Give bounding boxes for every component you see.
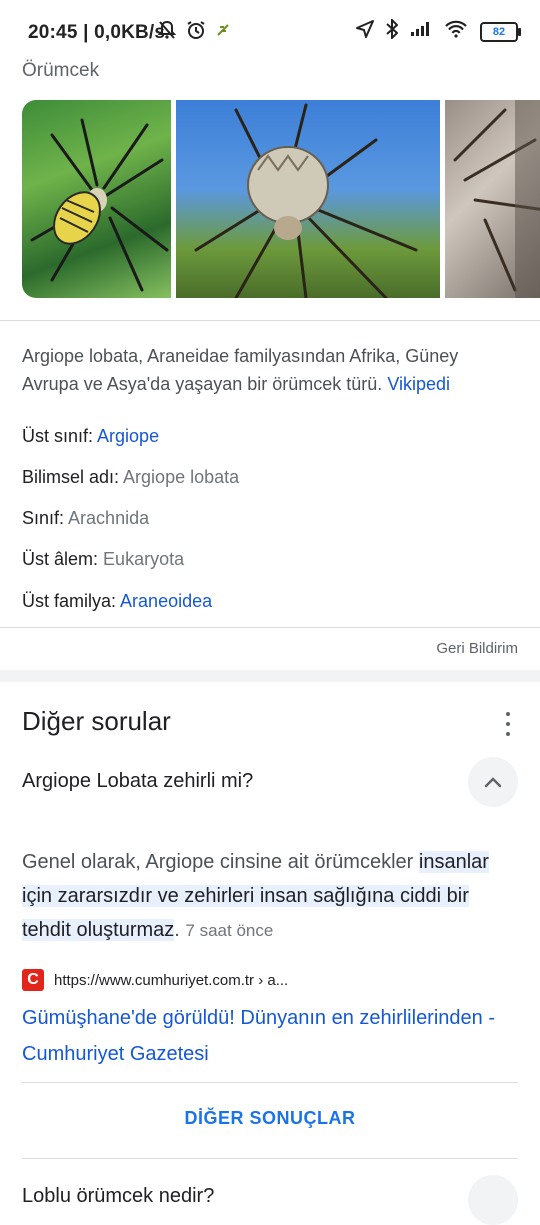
- fact-ust-sinif: Üst sınıf: Argiope: [22, 426, 159, 447]
- feedback-link[interactable]: Geri Bildirim: [436, 640, 518, 657]
- other-questions-title: Diğer sorular: [22, 706, 171, 736]
- chevron-up-icon: [484, 777, 502, 788]
- spider-image-1[interactable]: [22, 100, 171, 298]
- collapse-button[interactable]: [468, 757, 518, 807]
- vikipedi-link[interactable]: Vikipedi: [387, 374, 450, 394]
- battery-icon: 82: [480, 21, 521, 42]
- status-icons-left: [157, 20, 230, 45]
- fact-label: Üst âlem:: [22, 549, 99, 569]
- fact-value: Argiope lobata: [123, 467, 240, 487]
- status-icons-right: 82: [356, 17, 521, 44]
- section-separator: [0, 670, 540, 682]
- question-1[interactable]: Argiope Lobata zehirli mi?: [22, 770, 253, 793]
- divider: [22, 1082, 518, 1083]
- fact-ust-alem: Üst âlem: Eukaryota: [22, 549, 184, 570]
- cumhuriyet-favicon-icon: C: [22, 969, 44, 991]
- fact-value: Arachnida: [68, 508, 150, 528]
- bluetooth-icon: [386, 17, 399, 44]
- more-results-button[interactable]: DİĞER SONUÇLAR: [0, 1108, 540, 1129]
- fact-sinif: Sınıf: Arachnida: [22, 508, 149, 529]
- answer-suffix: .: [174, 919, 180, 941]
- alarm-icon: [186, 20, 206, 45]
- answer-time: 7 saat önce: [185, 921, 274, 940]
- image-carousel[interactable]: [22, 100, 540, 298]
- section-title: Örümcek: [22, 60, 100, 81]
- result-title-link[interactable]: Gümüşhane'de görüldü! Dünyanın en zehirl…: [22, 1000, 502, 1072]
- fact-bilimsel-adi: Bilimsel adı: Argiope lobata: [22, 467, 239, 488]
- divider: [22, 1158, 518, 1159]
- wifi-icon: [444, 20, 468, 43]
- status-bar: 20:45 | 0,0KB/s 82: [0, 0, 540, 66]
- source-url[interactable]: https://www.cumhuriyet.com.tr › a...: [54, 972, 288, 989]
- description: Argiope lobata, Araneidae familyasından …: [22, 342, 512, 398]
- spider-image-3[interactable]: [445, 100, 540, 298]
- divider: [0, 627, 540, 628]
- divider: [0, 320, 540, 321]
- fact-label: Sınıf:: [22, 508, 65, 528]
- fact-value: Eukaryota: [103, 549, 185, 569]
- result-source[interactable]: C https://www.cumhuriyet.com.tr › a...: [22, 969, 288, 991]
- spider-image-2[interactable]: [176, 100, 440, 298]
- answer-snippet: Genel olarak, Argiope cinsine ait örümce…: [22, 845, 522, 948]
- fact-ust-familya: Üst familya: Araneoidea: [22, 591, 212, 612]
- fact-link-argiope[interactable]: Argiope: [97, 426, 159, 446]
- question-2[interactable]: Loblu örümcek nedir?: [22, 1185, 214, 1208]
- fact-link-araneoidea[interactable]: Araneoidea: [120, 591, 212, 611]
- location-icon: [356, 20, 374, 43]
- answer-prefix: Genel olarak, Argiope cinsine ait örümce…: [22, 851, 414, 873]
- fact-label: Üst familya:: [22, 591, 117, 611]
- fact-label: Üst sınıf:: [22, 426, 94, 446]
- fact-label: Bilimsel adı:: [22, 467, 120, 487]
- expand-button[interactable]: [468, 1175, 518, 1225]
- bell-off-icon: [157, 20, 177, 45]
- app-notification-icon: [216, 23, 230, 42]
- signal-icon: [410, 21, 432, 42]
- status-time: 20:45 | 0,0KB/s: [28, 22, 166, 43]
- more-options-icon[interactable]: [498, 710, 518, 738]
